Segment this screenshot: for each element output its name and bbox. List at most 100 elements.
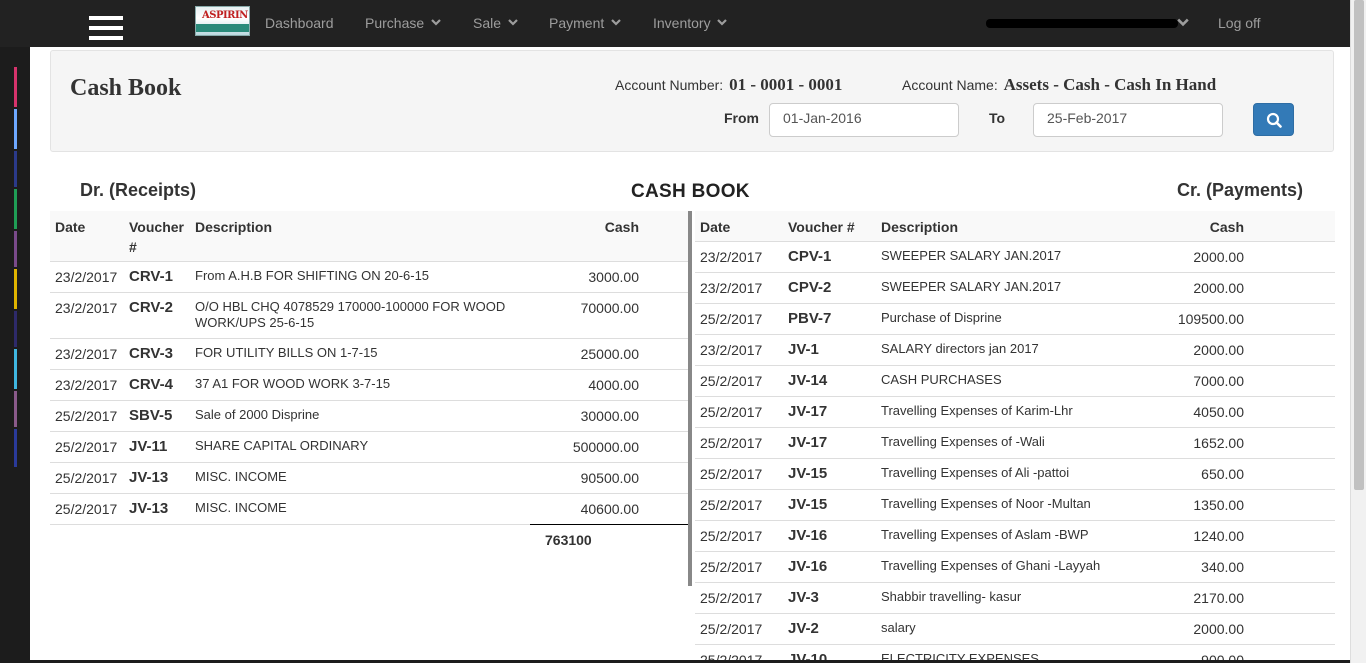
account-name-value: Assets - Cash - Cash In Hand [1003, 75, 1217, 94]
table-row: 25/2/2017 JV-15 Travelling Expenses of Ali… [695, 457, 1335, 489]
rail-strip [14, 391, 17, 427]
row-cash: 109500.00 [1151, 302, 1249, 334]
row-cash: 25000.00 [530, 337, 644, 369]
menu-icon[interactable] [89, 16, 123, 46]
table-row: 25/2/2017 JV-16 Travelling Expenses of Asl… [695, 519, 1335, 551]
table-row: 25/2/2017 JV-11 SHARE CAPITAL ORDINARY 5000… [50, 430, 690, 462]
user-account-menu[interactable] [986, 19, 1178, 28]
row-cash: 7000.00 [1151, 364, 1249, 396]
row-voucher: JV-16 [783, 550, 876, 582]
row-cash: 3000.00 [530, 260, 644, 292]
row-date: 23/2/2017 [50, 337, 124, 369]
row-voucher: CPV-2 [783, 271, 876, 303]
rail-strip [14, 231, 17, 267]
row-cash: 30000.00 [530, 399, 644, 431]
row-description: Travelling Expenses of Karim-Lhr [876, 395, 1151, 427]
payments-heading: Cr. (Payments) [1177, 180, 1304, 200]
chevron-down-icon[interactable] [1177, 16, 1189, 28]
row-cash: 2000.00 [1151, 333, 1249, 365]
nav-purchase[interactable]: Purchase [365, 15, 441, 31]
nav-dashboard[interactable]: Dashboard [265, 15, 334, 31]
page-title: Cash Book [70, 75, 182, 101]
row-voucher: JV-10 [783, 643, 876, 660]
row-description: SWEEPER SALARY JAN.2017 [876, 271, 1151, 303]
table-row: 25/2/2017 JV-3 Shabbir travelling- kasur 21… [695, 581, 1335, 613]
table-row: 23/2/2017 CRV-2 O/O HBL CHQ 4078529 170000… [50, 291, 690, 338]
table-row: 23/2/2017 CPV-2 SWEEPER SALARY JAN.2017 200… [695, 271, 1335, 303]
row-description: ELECTRICITY EXPENSES [876, 643, 1151, 660]
logo-wordmark: ASPIRIN [202, 10, 248, 21]
row-cash: 650.00 [1151, 457, 1249, 489]
row-date: 25/2/2017 [50, 461, 124, 493]
col-date: Date [55, 219, 86, 235]
row-voucher: CRV-2 [124, 291, 190, 338]
row-date: 23/2/2017 [695, 271, 783, 303]
row-cash: 1652.00 [1151, 426, 1249, 458]
row-date: 25/2/2017 [695, 302, 783, 334]
row-cash: 4050.00 [1151, 395, 1249, 427]
row-cash: 4000.00 [530, 368, 644, 400]
row-description: Travelling Expenses of Noor -Multan [876, 488, 1151, 520]
account-number-label: Account Number: [615, 77, 724, 93]
row-date: 25/2/2017 [695, 457, 783, 489]
row-voucher: CRV-1 [124, 260, 190, 292]
page-scrollbar[interactable] [1350, 0, 1366, 663]
row-voucher: JV-16 [783, 519, 876, 551]
from-date-input[interactable]: 01-Jan-2016 [769, 103, 959, 137]
table-row: 25/2/2017 JV-14 CASH PURCHASES 7000.00 [695, 364, 1335, 396]
col-cash: Cash [604, 219, 639, 235]
row-cash: 900.00 [1151, 643, 1249, 660]
left-rail [0, 47, 30, 663]
row-description: Travelling Expenses of Aslam -BWP [876, 519, 1151, 551]
row-description: MISC. INCOME [190, 461, 530, 493]
rail-strip [14, 269, 17, 309]
nav-sale[interactable]: Sale [473, 15, 518, 31]
row-date: 25/2/2017 [50, 430, 124, 462]
table-row: 25/2/2017 JV-10 ELECTRICITY EXPENSES 900.00 [695, 643, 1335, 660]
table-row: 23/2/2017 JV-1 SALARY directors jan 2017 20… [695, 333, 1335, 365]
search-button[interactable] [1253, 103, 1294, 136]
row-description: SHARE CAPITAL ORDINARY [190, 430, 530, 462]
row-voucher: JV-11 [124, 430, 190, 462]
row-voucher: CRV-4 [124, 368, 190, 400]
column-divider [688, 211, 692, 586]
row-description: CASH PURCHASES [876, 364, 1151, 396]
main-content: Cash Book Account Number: 01 - 0001 - 00… [30, 47, 1350, 660]
row-voucher: JV-2 [783, 612, 876, 644]
nav-inventory[interactable]: Inventory [653, 15, 728, 31]
receipts-total: 763100 [530, 523, 690, 555]
to-label: To [989, 110, 1006, 126]
col-description: Description [881, 219, 959, 235]
row-voucher: JV-17 [783, 426, 876, 458]
chevron-down-icon [431, 19, 441, 26]
table-header-row: Date Voucher # Description Cash [50, 211, 690, 261]
col-date: Date [700, 219, 731, 235]
row-date: 25/2/2017 [695, 550, 783, 582]
row-description: SALARY directors jan 2017 [876, 333, 1151, 365]
account-number: Account Number: 01 - 0001 - 0001 [615, 75, 842, 95]
col-voucher: Voucher # [788, 219, 855, 235]
row-voucher: JV-13 [124, 461, 190, 493]
logout-link[interactable]: Log off [1218, 15, 1261, 31]
table-row: 23/2/2017 CRV-1 From A.H.B FOR SHIFTING ON… [50, 260, 690, 292]
row-description: Travelling Expenses of Ali -pattoi [876, 457, 1151, 489]
nav-payment[interactable]: Payment [549, 15, 621, 31]
rail-strip [14, 311, 17, 347]
row-voucher: JV-17 [783, 395, 876, 427]
cash-book-heading: CASH BOOK [631, 181, 750, 202]
row-voucher: CPV-1 [783, 240, 876, 272]
table-row: 25/2/2017 JV-17 Travelling Expenses of Kar… [695, 395, 1335, 427]
row-description: FOR UTILITY BILLS ON 1-7-15 [190, 337, 530, 369]
to-date-input[interactable]: 25-Feb-2017 [1033, 103, 1223, 137]
table-row: 25/2/2017 JV-16 Travelling Expenses of Gha… [695, 550, 1335, 582]
brand-logo[interactable]: ASPIRIN [195, 6, 250, 36]
row-voucher: JV-14 [783, 364, 876, 396]
row-date: 23/2/2017 [50, 291, 124, 338]
scrollbar-thumb[interactable] [1354, 0, 1364, 490]
payments-table: Date Voucher # Description Cash 23/2/201… [695, 211, 1335, 660]
row-date: 25/2/2017 [695, 519, 783, 551]
row-cash: 70000.00 [530, 291, 644, 338]
table-row: 25/2/2017 JV-13 MISC. INCOME 90500.00 [50, 461, 690, 493]
table-row: 25/2/2017 JV-15 Travelling Expenses of Noo… [695, 488, 1335, 520]
row-cash: 2170.00 [1151, 581, 1249, 613]
